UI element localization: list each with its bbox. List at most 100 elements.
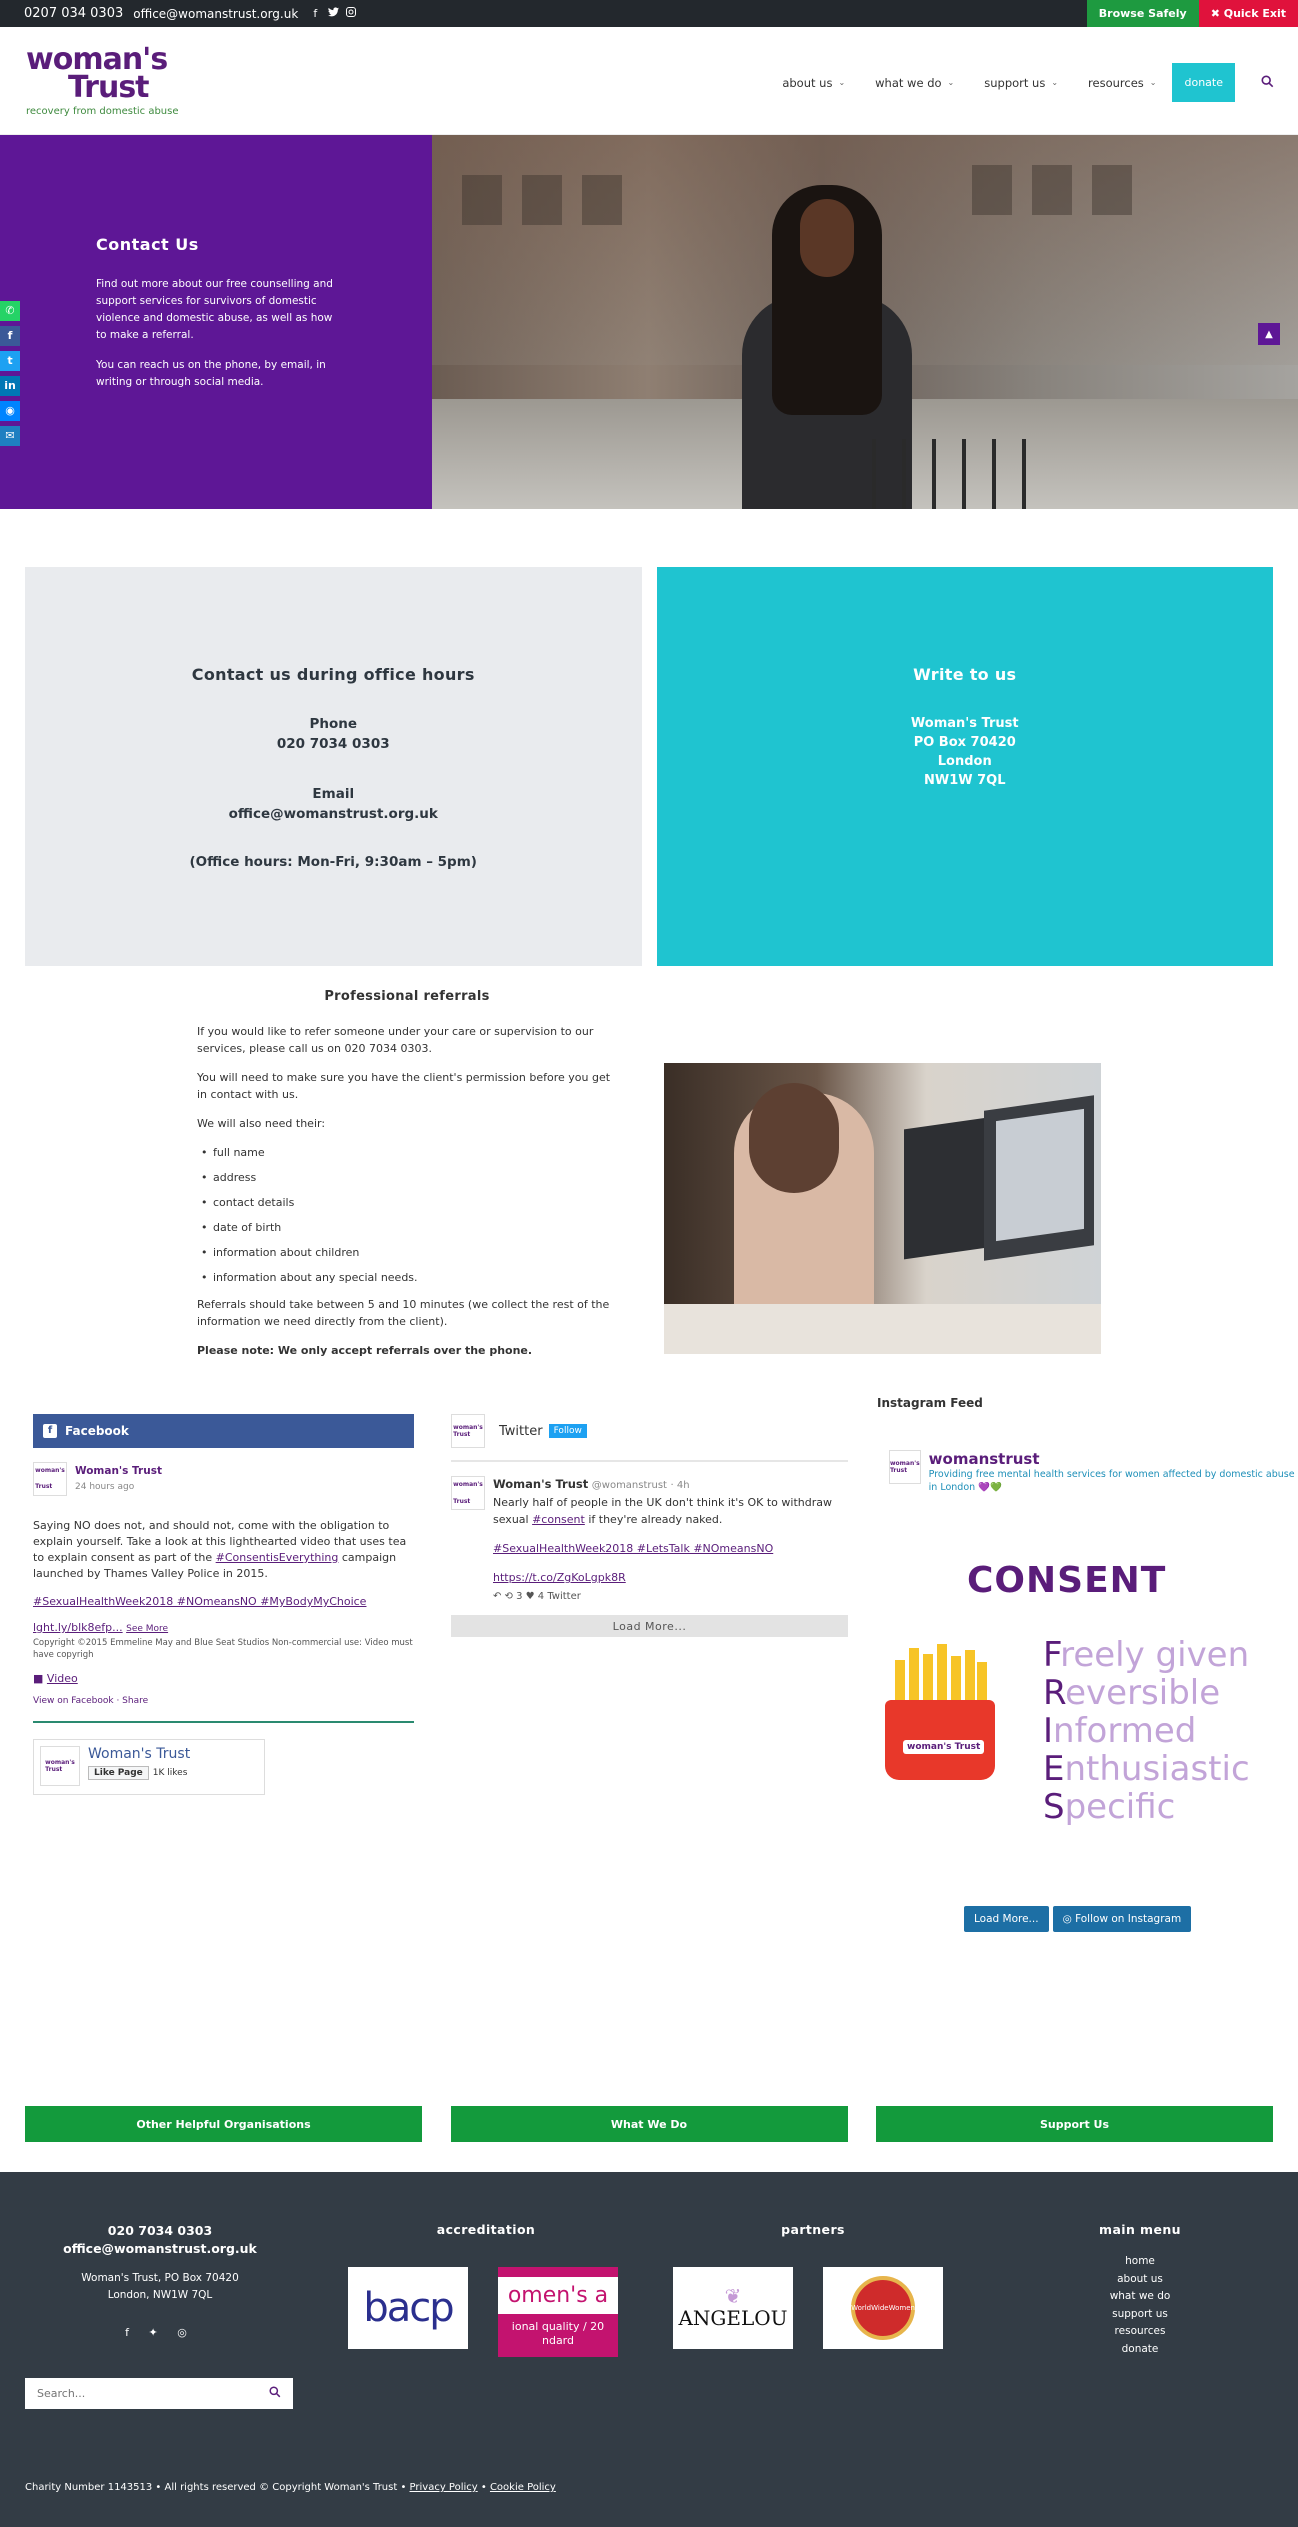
- search-icon[interactable]: [269, 2385, 281, 2402]
- footer-menu-what-we-do[interactable]: what we do: [1080, 2288, 1200, 2306]
- site-logo[interactable]: woman's Trust recovery from domestic abu…: [26, 44, 179, 117]
- nav-about-us[interactable]: about us ⌄: [782, 76, 845, 90]
- site-footer: 020 7034 0303 office@womanstrust.org.uk …: [0, 2172, 1298, 2527]
- instagram-username[interactable]: womanstrust: [929, 1450, 1298, 1468]
- instagram-icon[interactable]: [344, 7, 358, 20]
- facebook-widget-title: Facebook: [65, 1424, 129, 1438]
- referrals-text: Professional referrals If you would like…: [197, 988, 617, 1371]
- list-item: information about any special needs.: [197, 1269, 617, 1286]
- nav-support-us[interactable]: support us ⌄: [984, 76, 1058, 90]
- site-header: woman's Trust recovery from domestic abu…: [0, 27, 1298, 135]
- support-us-button[interactable]: Support Us: [876, 2106, 1273, 2142]
- charity-number: Charity Number 1143513 • All rights rese…: [25, 2482, 410, 2493]
- fries-acronym: Freely given Reversible Informed Enthusi…: [1043, 1635, 1250, 1827]
- chevron-down-icon: ⌄: [1051, 78, 1059, 87]
- topbar-phone[interactable]: 0207 034 0303: [24, 6, 123, 21]
- follow-on-instagram-button[interactable]: ◎ Follow on Instagram: [1052, 1906, 1192, 1932]
- tweet-actions[interactable]: ↶ ⟲ 3 ♥ 4 Twitter: [493, 1588, 848, 1605]
- facebook-icon: f: [43, 1424, 57, 1438]
- womens-aid-logo[interactable]: omen's a ional quality / 20 ndard: [498, 2267, 618, 2357]
- footer-menu-home[interactable]: home: [1080, 2253, 1200, 2271]
- cookie-policy-link[interactable]: Cookie Policy: [490, 2482, 556, 2493]
- donate-button[interactable]: donate: [1172, 63, 1235, 102]
- twitter-load-more-button[interactable]: Load More...: [451, 1615, 848, 1637]
- post-text: Saying NO does not, and should not, come…: [33, 1519, 407, 1580]
- footer-menu-about-us[interactable]: about us: [1080, 2271, 1200, 2289]
- hashtag-link[interactable]: #ConsentisEverything: [216, 1551, 339, 1564]
- main-nav: about us ⌄ what we do ⌄ support us ⌄ resour…: [752, 63, 1274, 102]
- footer-menu-donate[interactable]: donate: [1080, 2341, 1200, 2359]
- list-item: full name: [197, 1144, 617, 1161]
- office-box-title: Contact us during office hours: [191, 665, 475, 684]
- hero-paragraph-1: Find out more about our free counselling…: [96, 278, 333, 341]
- post-author[interactable]: Woman's Trust: [75, 1463, 162, 1479]
- page-name[interactable]: Woman's Trust: [88, 1746, 190, 1762]
- referrals-paragraph: You will need to make sure you have the …: [197, 1071, 611, 1101]
- nav-what-we-do[interactable]: what we do ⌄: [875, 76, 954, 90]
- hero-photo-woman-on-phone: ▲: [432, 135, 1298, 509]
- other-helpful-organisations-button[interactable]: Other Helpful Organisations: [25, 2106, 422, 2142]
- whatsapp-icon[interactable]: ✆: [0, 301, 20, 321]
- search-icon[interactable]: [1261, 74, 1274, 92]
- see-more-link[interactable]: See More: [126, 1624, 168, 1634]
- bacp-logo[interactable]: bacp: [348, 2267, 468, 2349]
- instagram-post-image[interactable]: CONSENT woman's Trust Freely given Rever…: [877, 1560, 1272, 1850]
- twitter-icon[interactable]: [326, 7, 340, 20]
- share-link[interactable]: Share: [122, 1696, 148, 1706]
- tweet-author[interactable]: Woman's Trust: [493, 1477, 588, 1491]
- footer-email[interactable]: office@womanstrust.org.uk: [25, 2240, 295, 2258]
- facebook-icon[interactable]: f: [308, 7, 322, 20]
- facebook-icon[interactable]: f: [0, 326, 20, 346]
- facebook-like-box: woman's Trust Woman's Trust Like Page 1K l…: [33, 1739, 265, 1795]
- twitter-follow-button[interactable]: Follow: [548, 1424, 587, 1438]
- footer-menu-support-us[interactable]: support us: [1080, 2306, 1200, 2324]
- tweet-hashtags[interactable]: #SexualHealthWeek2018 #LetsTalk #NOmeans…: [493, 1540, 848, 1557]
- social-feeds-section: f Facebook woman's Trust Woman's Trust 24…: [0, 1396, 1298, 2046]
- hashtag-link[interactable]: #consent: [532, 1513, 585, 1526]
- footer-social-icons[interactable]: f ✦ ◎: [25, 2326, 295, 2339]
- what-we-do-button[interactable]: What We Do: [450, 2106, 848, 2142]
- twitter-icon[interactable]: t: [0, 351, 20, 371]
- view-on-facebook-link[interactable]: View on Facebook: [33, 1696, 114, 1706]
- address-line: NW1W 7QL: [923, 773, 1006, 788]
- phone-label: Phone: [309, 716, 358, 732]
- post-time: 24 hours ago: [75, 1482, 135, 1492]
- email-value[interactable]: office@womanstrust.org.uk: [229, 804, 438, 824]
- logo-tagline: recovery from domestic abuse: [26, 105, 179, 117]
- hero-text-panel: Contact Us Find out more about our free …: [0, 135, 432, 509]
- write-box-title: Write to us: [913, 665, 1017, 684]
- worldwidewomen-logo[interactable]: WorldWideWomen: [823, 2267, 943, 2349]
- nav-resources[interactable]: resources ⌄: [1088, 76, 1156, 90]
- avatar: woman's Trust: [889, 1450, 921, 1484]
- email-icon[interactable]: ✉: [0, 426, 20, 446]
- hero-paragraph-2: You can reach us on the phone, by email,…: [96, 359, 326, 388]
- phone-value[interactable]: 020 7034 0303: [277, 734, 390, 754]
- tweet-handle[interactable]: @womanstrust: [592, 1480, 667, 1491]
- partners-column: partners ❦ ANGELOU WorldWideWomen: [673, 2222, 953, 2349]
- topbar-email[interactable]: office@womanstrust.org.uk: [133, 7, 298, 21]
- like-page-button[interactable]: Like Page: [88, 1766, 149, 1780]
- scroll-to-top-button[interactable]: ▲: [1258, 323, 1280, 345]
- messenger-icon[interactable]: ◉: [0, 401, 20, 421]
- tweet-url[interactable]: https://t.co/ZgKoLgpk8R: [493, 1569, 848, 1586]
- privacy-policy-link[interactable]: Privacy Policy: [410, 2482, 478, 2493]
- instagram-load-more-button[interactable]: Load More...: [964, 1906, 1049, 1932]
- footer-search-input[interactable]: [37, 2387, 237, 2400]
- footer-menu-resources[interactable]: resources: [1080, 2323, 1200, 2341]
- nav-label: resources: [1088, 75, 1144, 90]
- tweet: woman's Trust Woman's Trust @womanstrust …: [451, 1462, 848, 1605]
- hero-section: Contact Us Find out more about our free …: [0, 135, 1298, 509]
- chevron-down-icon: ⌄: [1149, 78, 1157, 87]
- facebook-widget: f Facebook woman's Trust Woman's Trust 24…: [33, 1414, 414, 1795]
- linkedin-icon[interactable]: in: [0, 376, 20, 396]
- post-hashtags[interactable]: #SexualHealthWeek2018 #NOmeansNO #MyBody…: [33, 1594, 414, 1610]
- footer-phone[interactable]: 020 7034 0303: [25, 2222, 295, 2240]
- nav-label: support us: [984, 75, 1046, 90]
- post-short-link[interactable]: lght.ly/blk8efp...: [33, 1621, 123, 1634]
- browse-safely-button[interactable]: Browse Safely: [1086, 0, 1199, 27]
- quick-exit-button[interactable]: ✖ Quick Exit: [1198, 0, 1298, 27]
- list-item: address: [197, 1169, 617, 1186]
- referrals-title: Professional referrals: [324, 989, 490, 1004]
- video-link[interactable]: ■ Video: [33, 1671, 414, 1687]
- angelou-logo[interactable]: ❦ ANGELOU: [673, 2267, 793, 2349]
